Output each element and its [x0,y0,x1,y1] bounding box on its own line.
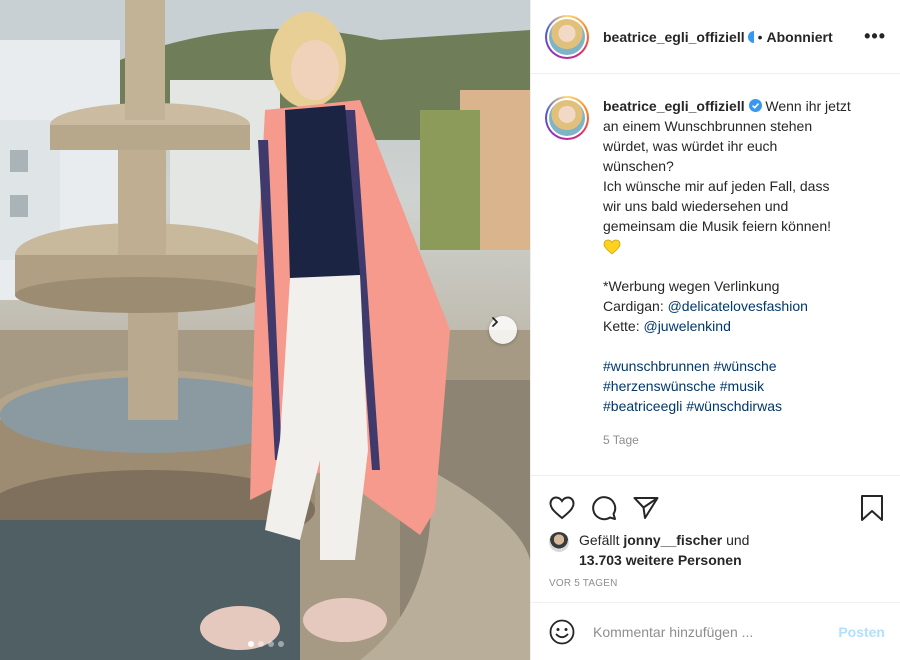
post-timestamp[interactable]: VOR 5 TAGEN [531,570,900,589]
likes-and: und [726,532,750,548]
verified-icon [747,30,754,43]
caption-line: würdet, was würdet ihr euch [603,138,778,154]
bookmark-icon[interactable] [860,494,884,522]
caption-username[interactable]: beatrice_egli_offiziell [603,98,745,114]
carousel-next-button[interactable] [489,316,517,344]
header-separator: • [757,28,763,45]
action-bar [531,476,900,528]
emoji-icon[interactable] [549,619,575,645]
caption-line: gemeinsam die Musik feiern können! [603,218,832,234]
more-options-icon[interactable]: ••• [864,26,886,47]
yellow-heart-emoji [603,239,621,255]
cardigan-label: Cardigan: [603,298,664,314]
photo-scene [0,0,530,660]
mention-link[interactable]: @delicatelovesfashion [668,298,808,314]
ad-note: *Werbung wegen Verlinkung [603,278,780,294]
verified-icon [748,99,762,112]
hashtag-link[interactable]: #wünsche [714,358,777,374]
hashtag-link[interactable]: #wünschdirwas [686,398,782,414]
comment-input[interactable]: Kommentar hinzufügen ... [593,624,838,640]
caption-line: Wenn ihr jetzt [765,98,851,114]
caption-time[interactable]: 5 Tage [603,430,873,450]
heart-icon[interactable] [549,496,575,520]
liker-avatar[interactable] [549,532,569,552]
post-header: beatrice_egli_offiziell • Abonniert ••• [531,0,900,74]
avatar[interactable] [545,14,589,59]
carousel-dot [258,641,264,647]
caption-line: Ich wünsche mir auf jeden Fall, dass [603,178,830,194]
chevron-right-icon [492,317,498,327]
liker-username[interactable]: jonny__fischer [623,532,722,548]
hashtag-link[interactable]: #wunschbrunnen [603,358,710,374]
carousel-dot [268,641,274,647]
caption-text: beatrice_egli_offiziell Wenn ihr jetzt a… [603,96,873,475]
comment-icon[interactable] [591,495,617,521]
share-icon[interactable] [633,496,659,520]
carousel-dots [248,641,284,647]
caption-line: wir uns bald wiedersehen und [603,198,789,214]
mention-link[interactable]: @juwelenkind [643,318,730,334]
likes-prefix: Gefällt [579,532,620,548]
avatar-image [549,18,585,55]
comment-bar: Kommentar hinzufügen ... Posten [531,602,900,660]
hashtag-link[interactable]: #herzenswünsche [603,378,716,394]
follow-status-button[interactable]: Abonniert [767,29,833,45]
hashtag-link[interactable]: #musik [720,378,764,394]
post-sidebar: beatrice_egli_offiziell • Abonniert ••• … [530,0,900,660]
caption-section: beatrice_egli_offiziell Wenn ihr jetzt a… [531,74,900,476]
hashtag-link[interactable]: #beatriceegli [603,398,682,414]
avatar-image [549,100,585,136]
chain-label: Kette: [603,318,640,334]
post-photo [0,0,530,660]
caption-line: an einem Wunschbrunnen stehen [603,118,813,134]
caption-line: wünschen? [603,158,674,174]
likes-summary: Gefällt jonny__fischer und 13.703 weiter… [531,530,900,570]
carousel-dot [248,641,254,647]
likes-count[interactable]: 13.703 weitere Personen [579,552,742,568]
header-username[interactable]: beatrice_egli_offiziell [603,29,745,45]
caption-avatar[interactable] [545,96,589,140]
post-comment-button[interactable]: Posten [838,624,885,640]
carousel-dot [278,641,284,647]
